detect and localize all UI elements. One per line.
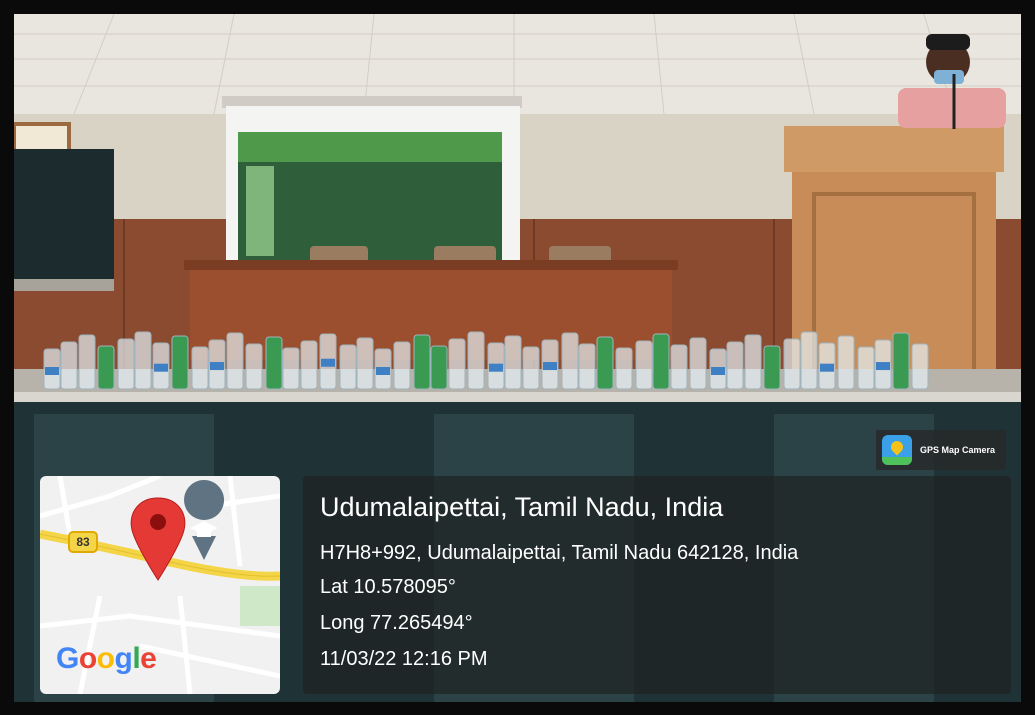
bottle — [117, 338, 135, 390]
graduation-cap-icon — [184, 480, 225, 560]
bottle-label — [876, 362, 890, 371]
bottle — [97, 345, 115, 390]
bottle — [448, 338, 466, 390]
bottle — [783, 338, 801, 390]
bottle-label — [321, 358, 335, 367]
bottle — [726, 341, 744, 390]
bottle — [522, 346, 540, 390]
bottle — [245, 343, 263, 390]
bottle-label — [154, 363, 168, 372]
bottle — [134, 331, 152, 390]
bottle — [652, 333, 670, 390]
longitude-line: Long 77.265494° — [320, 612, 473, 634]
bottle — [892, 332, 910, 390]
bottle — [430, 345, 448, 390]
bottle — [467, 331, 485, 390]
bottle — [615, 347, 633, 390]
route-shield: 83 — [68, 531, 98, 553]
bottle — [911, 343, 929, 390]
gps-map-camera-badge: GPS Map Camera — [876, 430, 1006, 470]
bottle — [356, 337, 374, 390]
bottle — [191, 346, 209, 390]
google-logo: Google — [56, 642, 157, 675]
bottle — [837, 335, 855, 390]
bottle — [300, 340, 318, 390]
bottle — [504, 335, 522, 390]
bottle-label — [820, 363, 834, 372]
bottle-label — [210, 362, 224, 371]
bottle — [60, 341, 78, 390]
screenshot-frame: GPS Map Camera 83 Google Udumalaipettai,… — [0, 0, 1035, 715]
location-info-panel: Udumalaipettai, Tamil Nadu, India H7H8+9… — [303, 476, 1011, 694]
bottle — [282, 347, 300, 390]
bottle-label — [489, 363, 503, 372]
bottle-label — [543, 362, 557, 371]
datetime-line: 11/03/22 12:16 PM — [320, 648, 488, 670]
bottle — [744, 334, 762, 390]
address-line: H7H8+992, Udumalaipettai, Tamil Nadu 642… — [320, 542, 799, 564]
bottle — [561, 332, 579, 390]
bottle — [78, 334, 96, 390]
bottle — [763, 345, 781, 390]
bottle — [265, 336, 283, 390]
bottle — [171, 335, 189, 390]
gps-map-camera-icon — [882, 435, 912, 465]
bottle — [413, 334, 431, 390]
bottle — [800, 331, 818, 390]
bottle — [393, 341, 411, 390]
bottle — [689, 337, 707, 390]
bottle-label — [376, 367, 390, 375]
bottle — [596, 336, 614, 390]
bottle — [635, 340, 653, 390]
bottle — [226, 332, 244, 390]
place-name: Udumalaipettai, Tamil Nadu, India — [320, 492, 724, 522]
bottle-label — [45, 367, 59, 375]
bottle-label — [711, 367, 725, 375]
bottle — [857, 346, 875, 390]
bottle — [578, 343, 596, 390]
bottle — [670, 344, 688, 390]
app-name: GPS Map Camera — [920, 445, 996, 455]
latitude-line: Lat 10.578095° — [320, 576, 456, 598]
bottle — [339, 344, 357, 390]
